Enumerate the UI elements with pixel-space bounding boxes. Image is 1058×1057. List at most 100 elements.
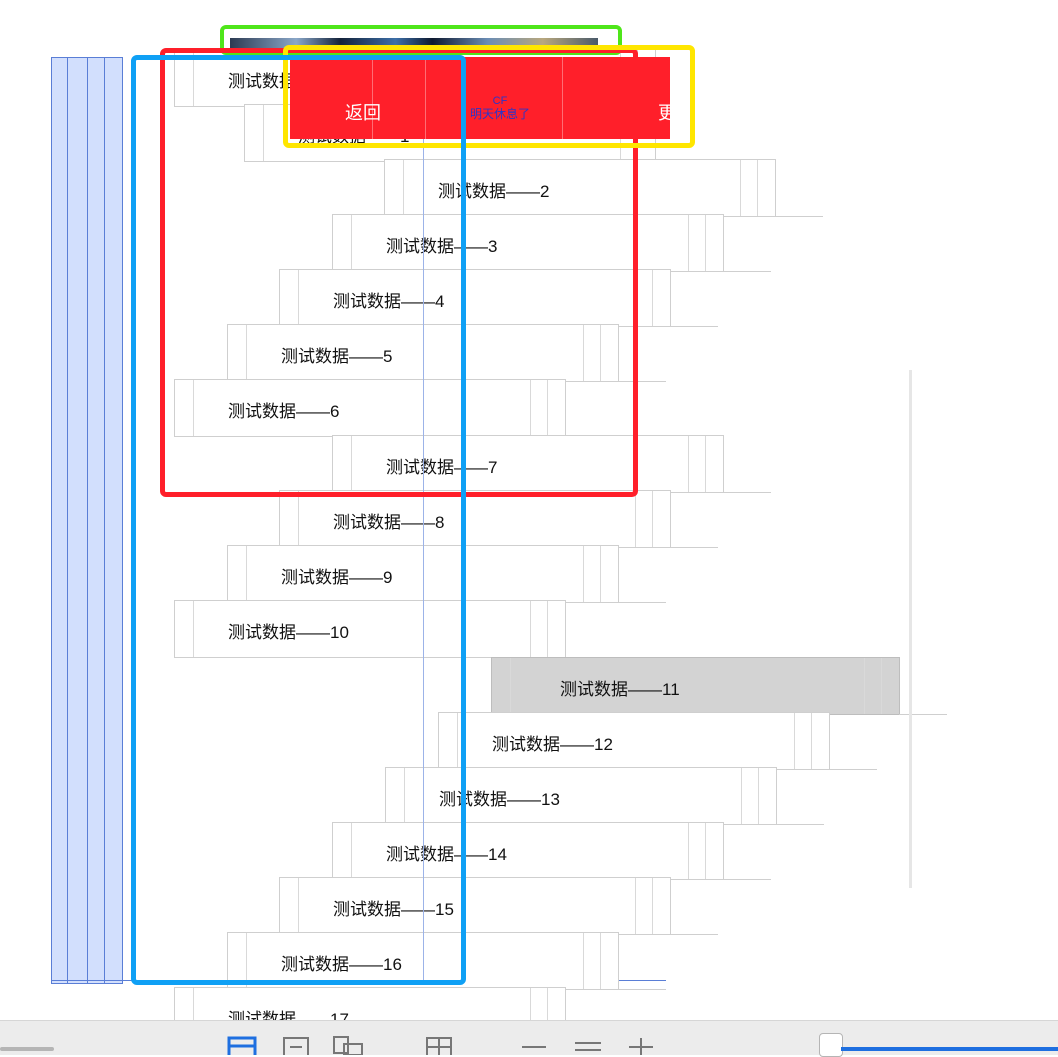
row-right-accessory — [600, 325, 618, 381]
table-row[interactable]: 测试数据——12 — [438, 712, 877, 770]
row-right-accessory — [652, 878, 670, 934]
row-right-accessory — [688, 823, 706, 879]
table-row[interactable]: 测试数据——6 — [174, 379, 613, 437]
slider-track-fill[interactable] — [841, 1047, 1058, 1051]
nav-divider — [635, 57, 636, 139]
row-label: 测试数据——16 — [281, 955, 402, 974]
row-separator — [776, 824, 824, 825]
nav-title-line2: 明天休息了 — [469, 107, 530, 121]
navigation-bar: 返回 CF 明天休息了 更 — [290, 57, 676, 139]
row-label: 测试数据——5 — [281, 347, 393, 366]
row-right-accessory — [881, 658, 899, 714]
row-right-accessory — [530, 380, 548, 436]
row-separator — [775, 216, 823, 217]
row-right-accessory — [635, 878, 653, 934]
left-slider-track[interactable] — [0, 1047, 54, 1051]
row-separator — [670, 326, 718, 327]
row-left-accessory — [193, 601, 194, 657]
row-left-accessory — [351, 215, 352, 271]
slider-handle-icon[interactable] — [819, 1033, 843, 1057]
row-label: 测试数据——6 — [228, 402, 340, 421]
row-right-accessory — [705, 215, 723, 271]
row-label: 测试数据——10 — [228, 623, 349, 642]
row-left-accessory — [246, 546, 247, 602]
row-left-accessory — [298, 878, 299, 934]
equal-icon[interactable] — [572, 1035, 604, 1055]
row-separator — [723, 271, 771, 272]
row-right-accessory — [705, 823, 723, 879]
back-button[interactable]: 返回 — [345, 99, 381, 125]
table-row[interactable]: 测试数据——4 — [279, 269, 718, 327]
row-separator — [723, 879, 771, 880]
row-left-accessory — [351, 436, 352, 492]
row-left-accessory — [403, 160, 404, 216]
nav-title-line1: CF — [492, 95, 508, 107]
row-right-accessory — [530, 601, 548, 657]
row-label: 测试数据——8 — [333, 513, 445, 532]
layout-group-icon[interactable] — [332, 1035, 366, 1055]
row-separator — [670, 547, 718, 548]
row-right-accessory — [652, 270, 670, 326]
row-label: 测试数据——3 — [386, 237, 498, 256]
minus-icon[interactable] — [519, 1035, 549, 1055]
stack-panel — [104, 57, 123, 984]
grid-icon[interactable] — [424, 1035, 454, 1055]
nav-divider — [562, 57, 563, 139]
row-right-accessory — [688, 215, 706, 271]
table-row[interactable]: 测试数据——13 — [385, 767, 824, 825]
row-separator — [618, 381, 666, 382]
row-label: 测试数据——14 — [386, 845, 507, 864]
row-right-accessory — [757, 160, 775, 216]
more-button[interactable]: 更 — [658, 99, 676, 125]
row-separator — [618, 989, 666, 990]
table-row[interactable]: 测试数据——14 — [332, 822, 771, 880]
row-right-accessory — [740, 160, 758, 216]
row-right-accessory — [864, 658, 882, 714]
row-right-accessory — [635, 270, 653, 326]
row-right-accessory — [583, 325, 601, 381]
row-right-accessory — [547, 380, 565, 436]
row-left-accessory — [193, 380, 194, 436]
row-left-accessory — [404, 768, 405, 824]
row-right-accessory — [600, 546, 618, 602]
row-right-accessory — [547, 601, 565, 657]
row-right-accessory — [635, 491, 653, 547]
alignment-guide — [423, 57, 424, 982]
row-label: 测试数据——2 — [438, 182, 550, 201]
table-row[interactable]: 测试数据——2 — [384, 159, 823, 217]
row-right-accessory — [652, 491, 670, 547]
row-right-accessory — [705, 436, 723, 492]
row-right-accessory — [583, 546, 601, 602]
row-label: 测试数据——12 — [492, 735, 613, 754]
stack-panel — [67, 57, 89, 984]
row-right-accessory — [688, 436, 706, 492]
table-row[interactable]: 测试数据——7 — [332, 435, 771, 493]
row-right-accessory — [758, 768, 776, 824]
layout-box-icon[interactable] — [281, 1035, 311, 1055]
row-left-accessory — [263, 105, 264, 161]
row-label: 测试数据——11 — [560, 680, 680, 699]
row-label: 测试数据——15 — [333, 900, 454, 919]
row-separator — [723, 492, 771, 493]
table-row[interactable]: 测试数据——10 — [174, 600, 613, 658]
row-left-accessory — [351, 823, 352, 879]
nav-title: CF 明天休息了 — [440, 95, 560, 121]
bottom-toolbar — [0, 1020, 1058, 1057]
vertical-scrollbar[interactable] — [909, 370, 912, 888]
plus-icon[interactable] — [626, 1035, 656, 1055]
layout-stack-icon[interactable] — [226, 1035, 258, 1055]
row-left-accessory — [246, 933, 247, 989]
nav-divider — [372, 57, 373, 139]
table-row[interactable]: 测试数据——3 — [332, 214, 771, 272]
row-right-accessory — [811, 713, 829, 769]
row-right-accessory — [794, 713, 812, 769]
row-left-accessory — [193, 50, 194, 106]
row-right-accessory — [741, 768, 759, 824]
row-label: 测试数据——4 — [333, 292, 445, 311]
table-row[interactable]: 测试数据——15 — [279, 877, 718, 935]
table-row[interactable]: 测试数据——11 — [491, 657, 947, 715]
nav-divider — [425, 57, 426, 139]
row-left-accessory — [246, 325, 247, 381]
row-separator — [829, 769, 877, 770]
table-row[interactable]: 测试数据——8 — [279, 490, 718, 548]
